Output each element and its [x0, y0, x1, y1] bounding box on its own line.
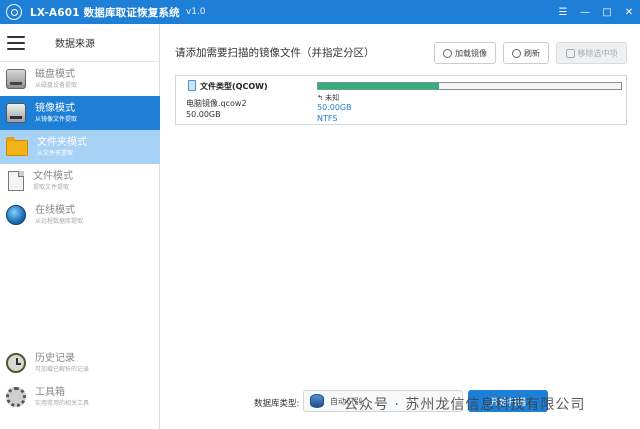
- sidebar-item-sub: 可加载已解析的记录: [35, 366, 90, 373]
- sidebar-item-label: 磁盘模式: [35, 69, 75, 80]
- globe-icon: [6, 205, 26, 225]
- sidebar-item-label: 文件夹模式: [37, 137, 87, 148]
- maximize-icon[interactable]: □: [596, 0, 618, 24]
- partition-size: 50.00GB: [317, 103, 352, 112]
- sidebar-item-label: 文件模式: [33, 171, 73, 182]
- close-icon[interactable]: ✕: [618, 0, 640, 24]
- partition-usage-fill: [318, 83, 440, 89]
- remove-selected-label: 移除选中项: [577, 48, 618, 58]
- sidebar: 数据来源 磁盘模式 从磁盘设备提取 镜像模式 从镜像文件提取 文件夹模式 从文件…: [0, 24, 160, 429]
- sidebar-item-label: 镜像模式: [35, 103, 75, 114]
- sidebar-item-online-mode[interactable]: 在线模式 从远程数据库提取: [0, 198, 160, 232]
- refresh-button[interactable]: 刷新: [503, 42, 549, 64]
- title-bar: LX-A601 数据库取证恢复系统 v1.0 ☰ — □ ✕: [0, 0, 640, 24]
- load-icon: [443, 48, 452, 58]
- window-controls: ☰ — □ ✕: [552, 0, 640, 24]
- sidebar-item-label: 在线模式: [35, 205, 75, 216]
- partition-usage-bar[interactable]: [317, 82, 622, 90]
- sidebar-item-file-mode[interactable]: 文件模式 提取文件提取: [0, 164, 160, 198]
- menu-icon[interactable]: ☰: [552, 0, 574, 24]
- sidebar-item-sub: 提取文件提取: [33, 184, 70, 191]
- app-logo-icon: [6, 4, 22, 20]
- load-image-button[interactable]: 加载镜像: [434, 42, 496, 64]
- app-version: v1.0: [185, 7, 206, 17]
- trash-icon: [565, 48, 575, 58]
- sidebar-item-disk-mode[interactable]: 磁盘模式 从磁盘设备提取: [0, 62, 160, 96]
- sidebar-item-history[interactable]: 历史记录 可加载已解析的记录: [0, 346, 160, 380]
- image-file-entry[interactable]: 文件类型(QCOW) 电脑镜像.qcow2 50.00GB ↰ 未知 50.00…: [175, 75, 627, 125]
- sidebar-item-label: 工具箱: [35, 387, 65, 398]
- load-image-label: 加载镜像: [455, 48, 487, 58]
- sidebar-item-sub: 从远程数据库提取: [35, 218, 84, 225]
- partition-filesystem: NTFS: [317, 114, 338, 123]
- sidebar-item-sub: 实用常用的相关工具: [35, 400, 90, 407]
- disk-icon: [6, 69, 26, 89]
- file-size: 50.00GB: [186, 110, 221, 119]
- db-type-label: 数据库类型:: [254, 399, 300, 409]
- sidebar-item-sub: 从磁盘设备提取: [35, 82, 78, 89]
- watermark: 公众号 · 苏州龙信信息科技有限公司: [344, 397, 586, 413]
- database-icon: [310, 394, 324, 408]
- file-name: 电脑镜像.qcow2: [186, 99, 247, 108]
- sidebar-title: 数据来源: [55, 39, 95, 50]
- sidebar-item-sub: 从文件夹提取: [37, 150, 74, 157]
- sidebar-item-sub: 从镜像文件提取: [35, 116, 78, 123]
- hamburger-menu-icon[interactable]: [7, 35, 25, 50]
- toolbox-icon: [6, 387, 26, 407]
- minimize-icon[interactable]: —: [574, 0, 596, 24]
- folder-icon: [6, 137, 28, 156]
- app-title: LX-A601 数据库取证恢复系统: [30, 6, 180, 19]
- sidebar-item-label: 历史记录: [35, 353, 75, 364]
- history-icon: [6, 353, 26, 373]
- refresh-icon: [512, 48, 521, 58]
- sidebar-item-image-mode[interactable]: 镜像模式 从镜像文件提取: [0, 96, 160, 130]
- partition-name: ↰ 未知: [317, 94, 340, 102]
- refresh-label: 刷新: [524, 48, 540, 58]
- remove-selected-button[interactable]: 移除选中项: [556, 42, 627, 64]
- image-drive-icon: [6, 103, 26, 123]
- document-icon: [188, 80, 196, 91]
- sidebar-item-folder-mode[interactable]: 文件夹模式 从文件夹提取: [0, 130, 160, 164]
- main-panel: 请添加需要扫描的镜像文件（并指定分区） 加载镜像 刷新 移除选中项 文件类型(Q…: [161, 24, 640, 429]
- file-icon: [8, 171, 24, 191]
- sidebar-header: 数据来源: [0, 24, 159, 62]
- page-title: 请添加需要扫描的镜像文件（并指定分区）: [175, 47, 375, 59]
- sidebar-item-toolbox[interactable]: 工具箱 实用常用的相关工具: [0, 380, 160, 414]
- file-type: 文件类型(QCOW): [200, 82, 268, 91]
